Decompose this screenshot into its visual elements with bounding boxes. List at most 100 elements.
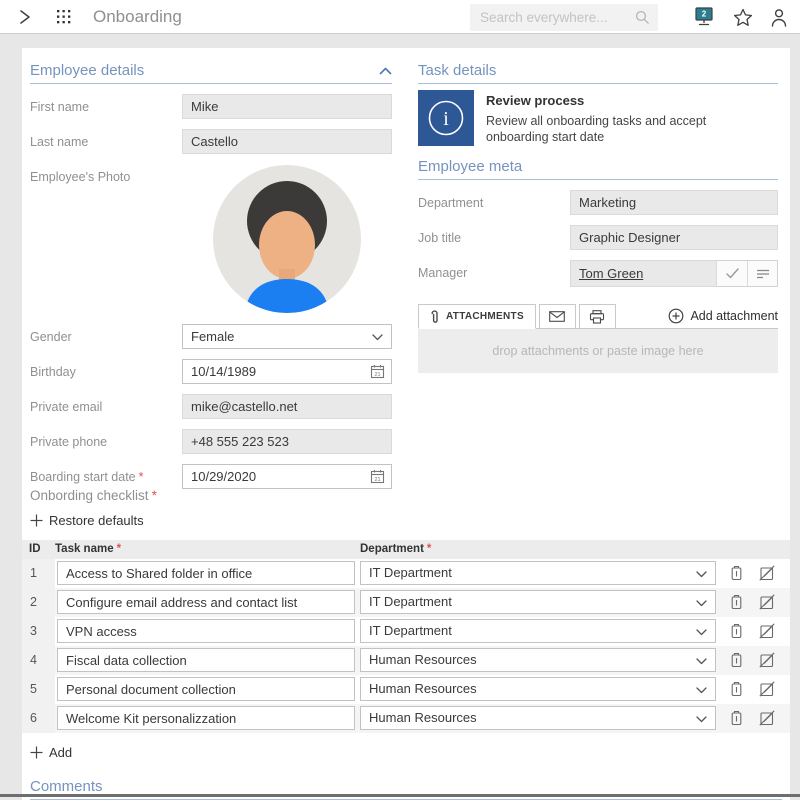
search-icon — [635, 10, 650, 25]
add-row-label: Add — [49, 745, 72, 760]
add-attachment-button[interactable]: Add attachment — [668, 308, 778, 324]
private-email-field[interactable] — [182, 394, 392, 419]
private-phone-label: Private phone — [30, 429, 182, 449]
favorites-star-icon[interactable] — [733, 8, 753, 27]
manager-field: Tom Green — [570, 260, 717, 287]
job-title-field[interactable] — [570, 225, 778, 250]
edit-row-icon[interactable] — [759, 681, 775, 697]
task-name-input[interactable] — [57, 677, 355, 701]
edit-row-icon[interactable] — [759, 565, 775, 581]
chevron-down-icon — [696, 687, 707, 694]
boarding-start-label: Boarding start date* — [30, 464, 182, 484]
task-menu-icon[interactable] — [764, 94, 768, 110]
employee-details-section: Employee details First name Last name Em… — [30, 62, 392, 489]
task-text: Review process Review all onboarding tas… — [486, 90, 778, 146]
task-name-input[interactable] — [57, 561, 355, 585]
department-select[interactable]: Human Resources — [360, 706, 716, 730]
info-circle-icon: i — [427, 99, 465, 137]
dropzone-text: drop attachments or paste image here — [492, 344, 703, 358]
gender-value: Female — [191, 329, 234, 344]
search-input[interactable] — [470, 10, 635, 25]
gender-select[interactable]: Female — [182, 324, 392, 349]
edit-row-icon[interactable] — [759, 623, 775, 639]
department-select[interactable]: Human Resources — [360, 648, 716, 672]
delete-row-icon[interactable] — [729, 710, 744, 726]
add-row-button[interactable]: Add — [30, 745, 72, 761]
boarding-start-field[interactable] — [182, 464, 392, 489]
task-name-input[interactable] — [57, 590, 355, 614]
edit-row-icon[interactable] — [759, 652, 775, 668]
tab-print[interactable] — [579, 304, 616, 329]
job-title-label: Job title — [418, 225, 570, 245]
department-select[interactable]: IT Department — [360, 619, 716, 643]
employee-details-header: Employee details — [30, 62, 392, 84]
chevron-down-icon — [696, 629, 707, 636]
avatar — [213, 165, 361, 313]
employee-details-title: Employee details — [30, 62, 144, 79]
search-box[interactable] — [470, 4, 658, 31]
employee-meta-title: Employee meta — [418, 158, 522, 175]
department-select-value: Human Resources — [369, 652, 477, 667]
delete-row-icon[interactable] — [729, 681, 744, 697]
collapse-section-icon[interactable] — [379, 67, 392, 75]
department-select-value: IT Department — [369, 565, 452, 580]
row-id: 4 — [22, 646, 55, 675]
manager-picker: Tom Green — [570, 260, 778, 287]
chevron-down-icon — [696, 600, 707, 607]
gender-row: Gender Female — [30, 324, 392, 349]
department-select[interactable]: IT Department — [360, 561, 716, 585]
department-select[interactable]: IT Department — [360, 590, 716, 614]
edit-row-icon[interactable] — [759, 710, 775, 726]
restore-defaults-button[interactable]: Restore defaults — [30, 512, 144, 528]
task-card: i Review process Review all onboarding t… — [418, 90, 778, 146]
attachments-dropzone[interactable]: drop attachments or paste image here — [418, 329, 778, 373]
department-row: Department — [418, 190, 778, 215]
last-name-field[interactable] — [182, 129, 392, 154]
manager-buttons — [717, 260, 778, 287]
column-header-task: Task name* — [55, 543, 360, 555]
delete-row-icon[interactable] — [729, 594, 744, 610]
first-name-field[interactable] — [182, 94, 392, 119]
first-name-label: First name — [30, 94, 182, 114]
topbar-icons: 2 — [692, 0, 788, 34]
checklist-table-header: ID Task name* Department* — [22, 540, 790, 559]
chevron-down-icon — [372, 334, 383, 341]
add-attachment-label: Add attachment — [690, 309, 778, 323]
column-header-department: Department* — [360, 543, 790, 555]
department-field[interactable] — [570, 190, 778, 215]
birthday-row: Birthday 21 — [30, 359, 392, 384]
checklist-row: 4 Human Resources — [22, 646, 790, 675]
app-launcher-icon[interactable] — [57, 10, 71, 24]
tab-attachments[interactable]: ATTACHMENTS — [418, 304, 536, 329]
delete-row-icon[interactable] — [729, 652, 744, 668]
manager-value-link[interactable]: Tom Green — [579, 266, 643, 281]
page-title: Onboarding — [93, 7, 182, 27]
plus-icon — [30, 514, 43, 527]
plus-circle-icon — [668, 308, 684, 324]
manager-confirm-button[interactable] — [717, 261, 747, 286]
task-name-input[interactable] — [57, 619, 355, 643]
boarding-start-row: Boarding start date* 21 — [30, 464, 392, 489]
profile-icon[interactable] — [770, 8, 788, 27]
row-actions — [729, 681, 775, 697]
delete-row-icon[interactable] — [729, 565, 744, 581]
private-phone-field[interactable] — [182, 429, 392, 454]
notifications-icon[interactable]: 2 — [692, 6, 716, 28]
chevron-down-icon — [696, 571, 707, 578]
manager-row: Manager Tom Green — [418, 260, 778, 287]
tab-attachments-label: ATTACHMENTS — [446, 311, 524, 322]
row-actions — [729, 623, 775, 639]
tab-email[interactable] — [539, 304, 576, 329]
sidebar-expand-icon[interactable] — [18, 9, 32, 25]
manager-label: Manager — [418, 260, 570, 280]
delete-row-icon[interactable] — [729, 623, 744, 639]
department-select[interactable]: Human Resources — [360, 677, 716, 701]
svg-text:i: i — [443, 108, 449, 130]
birthday-field[interactable] — [182, 359, 392, 384]
manager-pick-button[interactable] — [747, 261, 777, 286]
edit-row-icon[interactable] — [759, 594, 775, 610]
task-name-input[interactable] — [57, 648, 355, 672]
task-name-input[interactable] — [57, 706, 355, 730]
row-actions — [729, 594, 775, 610]
restore-defaults-label: Restore defaults — [49, 513, 144, 528]
